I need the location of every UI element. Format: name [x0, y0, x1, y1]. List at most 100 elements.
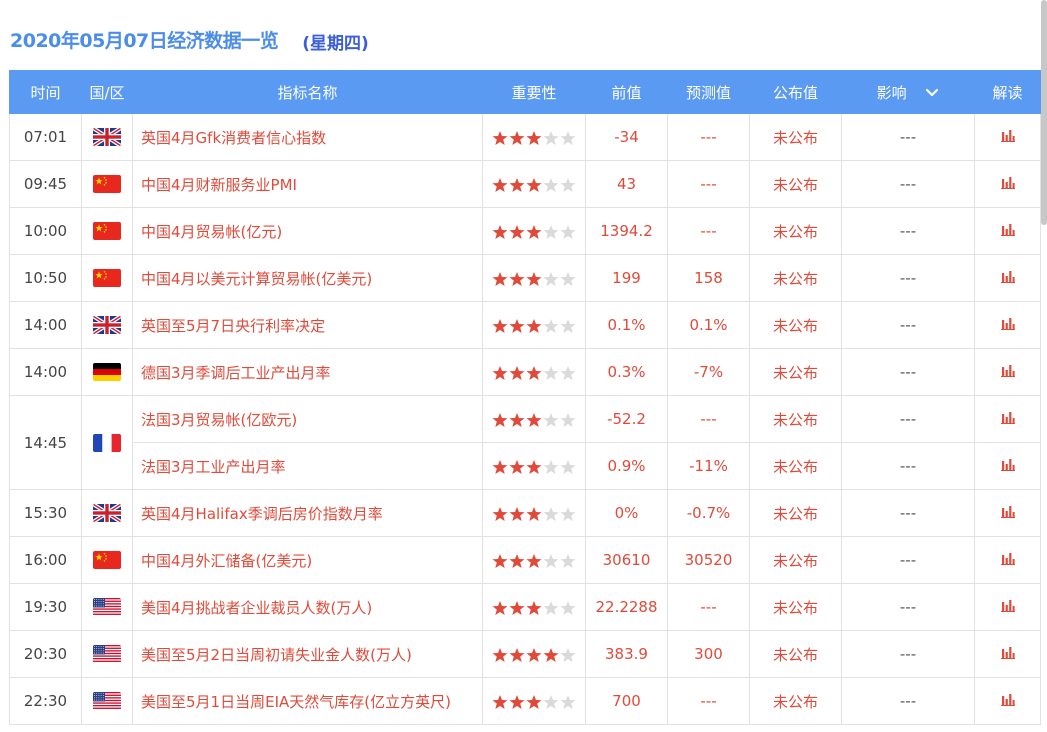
table-row[interactable]: 22:30 美国至5月1日当周EIA天然气库存(亿立方英尺) 700 --- 未公布 --… [9, 677, 1041, 725]
china-flag-icon [93, 222, 121, 241]
indicator-name-link[interactable]: 中国4月财新服务业PMI [132, 160, 483, 208]
indicator-name-link[interactable]: 中国4月外汇储备(亿美元) [132, 536, 483, 584]
indicator-name-link[interactable]: 中国4月以美元计算贸易帐(亿美元) [132, 254, 483, 302]
importance-rating [482, 489, 586, 537]
star-filled-icon [492, 553, 508, 568]
indicator-name-link[interactable]: 英国4月Halifax季调后房价指数月率 [132, 489, 483, 537]
event-time: 22:30 [9, 677, 82, 725]
indicator-name-link[interactable]: 英国4月Gfk消费者信心指数 [132, 113, 483, 161]
table-row[interactable]: 20:30 美国至5月2日当周初请失业金人数(万人) 383.9 300 未公布 --- [9, 630, 1041, 678]
table-row[interactable]: 10:00 中国4月贸易帐(亿元) 1394.2 --- 未公布 --- [9, 207, 1041, 255]
star-filled-icon [492, 271, 508, 286]
event-time: 19:30 [9, 583, 82, 631]
analysis-cell [974, 583, 1041, 631]
table-row[interactable]: 16:00 中国4月外汇储备(亿美元) 30610 30520 未公布 --- [9, 536, 1041, 584]
impact-value: --- [841, 348, 975, 396]
indicator-name-link[interactable]: 法国3月工业产出月率 [132, 442, 483, 490]
table-header-row: 时间 国/区 指标名称 重要性 前值 预测值 公布值 影响 解读 [9, 70, 1041, 114]
star-empty-icon [560, 318, 576, 333]
indicator-name-link[interactable]: 美国4月挑战者企业裁员人数(万人) [132, 583, 483, 631]
analysis-cell [974, 301, 1041, 349]
table-row[interactable]: 14:45 法国3月贸易帐(亿欧元) -52.2 --- 未公布 --- [9, 395, 1041, 490]
scrollbar[interactable] [1041, 0, 1047, 225]
actual-value: 未公布 [749, 348, 842, 396]
previous-value: -34 [585, 113, 668, 161]
col-header-country: 国/区 [81, 70, 133, 114]
bar-chart-icon[interactable] [1000, 128, 1015, 146]
analysis-cell [974, 630, 1041, 678]
star-empty-icon [560, 459, 576, 474]
importance-rating [482, 583, 586, 631]
table-row[interactable]: 09:45 中国4月财新服务业PMI 43 --- 未公布 --- [9, 160, 1041, 208]
actual-value: 未公布 [749, 583, 842, 631]
impact-header-label: 影响 [876, 83, 907, 102]
bar-chart-icon[interactable] [1000, 551, 1015, 569]
table-row[interactable]: 19:30 美国4月挑战者企业裁员人数(万人) 22.2288 --- 未公布 --- [9, 583, 1041, 631]
bar-chart-icon[interactable] [1000, 316, 1015, 334]
actual-value: 未公布 [749, 254, 842, 302]
bar-chart-icon[interactable] [1000, 269, 1015, 287]
indicator-name-link[interactable]: 德国3月季调后工业产出月率 [132, 348, 483, 396]
impact-value: --- [841, 395, 975, 443]
indicator-name-link[interactable]: 美国至5月1日当周EIA天然气库存(亿立方英尺) [132, 677, 483, 725]
country-flag-cell [81, 301, 133, 349]
star-empty-icon [543, 224, 559, 239]
bar-chart-icon[interactable] [1000, 410, 1015, 428]
event-time: 09:45 [9, 160, 82, 208]
importance-rating [482, 442, 586, 490]
analysis-cell [974, 536, 1041, 584]
forecast-value: --- [667, 113, 750, 161]
indicator-name-link[interactable]: 英国至5月7日央行利率决定 [132, 301, 483, 349]
bar-chart-icon[interactable] [1000, 175, 1015, 193]
page-title: 2020年05月07日经济数据一览 [10, 29, 279, 52]
table-row[interactable]: 法国3月工业产出月率 0.9% -11% 未公布 --- [10, 442, 1041, 490]
country-flag-cell [81, 348, 133, 396]
indicator-name-link[interactable]: 美国至5月2日当周初请失业金人数(万人) [132, 630, 483, 678]
star-filled-icon [509, 177, 525, 192]
star-empty-icon [543, 271, 559, 286]
impact-value: --- [841, 254, 975, 302]
bar-chart-icon[interactable] [1000, 504, 1015, 522]
star-filled-icon [509, 694, 525, 709]
indicator-name-link[interactable]: 法国3月贸易帐(亿欧元) [132, 395, 483, 443]
star-empty-icon [543, 177, 559, 192]
col-header-impact-dropdown[interactable]: 影响 [841, 70, 975, 114]
table-row[interactable]: 14:00 英国至5月7日央行利率决定 0.1% 0.1% 未公布 --- [9, 301, 1041, 349]
star-empty-icon [560, 130, 576, 145]
table-row[interactable]: 10:50 中国4月以美元计算贸易帐(亿美元) 199 158 未公布 --- [9, 254, 1041, 302]
importance-rating [482, 677, 586, 725]
indicator-name-link[interactable]: 中国4月贸易帐(亿元) [132, 207, 483, 255]
table-row[interactable]: 15:30 英国4月Halifax季调后房价指数月率 0% -0.7% 未公布 --- [9, 489, 1041, 537]
bar-chart-icon[interactable] [1000, 222, 1015, 240]
bar-chart-icon[interactable] [1000, 692, 1015, 710]
forecast-value: -7% [667, 348, 750, 396]
event-time: 16:00 [9, 536, 82, 584]
uk-flag-icon [93, 504, 121, 523]
forecast-value: 0.1% [667, 301, 750, 349]
table-row[interactable]: 14:00 德国3月季调后工业产出月率 0.3% -7% 未公布 --- [9, 348, 1041, 396]
star-filled-icon [526, 130, 542, 145]
country-flag-cell [81, 395, 133, 490]
star-empty-icon [560, 224, 576, 239]
country-flag-cell [81, 489, 133, 537]
bar-chart-icon[interactable] [1000, 457, 1015, 475]
previous-value: 0% [585, 489, 668, 537]
previous-value: 700 [585, 677, 668, 725]
event-time: 20:30 [9, 630, 82, 678]
impact-value: --- [841, 489, 975, 537]
star-empty-icon [543, 318, 559, 333]
star-filled-icon [526, 271, 542, 286]
usa-flag-icon [93, 692, 121, 711]
star-filled-icon [543, 647, 559, 662]
forecast-value: --- [667, 160, 750, 208]
bar-chart-icon[interactable] [1000, 598, 1015, 616]
forecast-value: --- [667, 395, 750, 443]
bar-chart-icon[interactable] [1000, 645, 1015, 663]
previous-value: 1394.2 [585, 207, 668, 255]
country-flag-cell [81, 207, 133, 255]
actual-value: 未公布 [749, 301, 842, 349]
star-filled-icon [526, 318, 542, 333]
star-filled-icon [526, 647, 542, 662]
bar-chart-icon[interactable] [1000, 363, 1015, 381]
table-row[interactable]: 07:01 英国4月Gfk消费者信心指数 -34 --- 未公布 --- [9, 113, 1041, 161]
